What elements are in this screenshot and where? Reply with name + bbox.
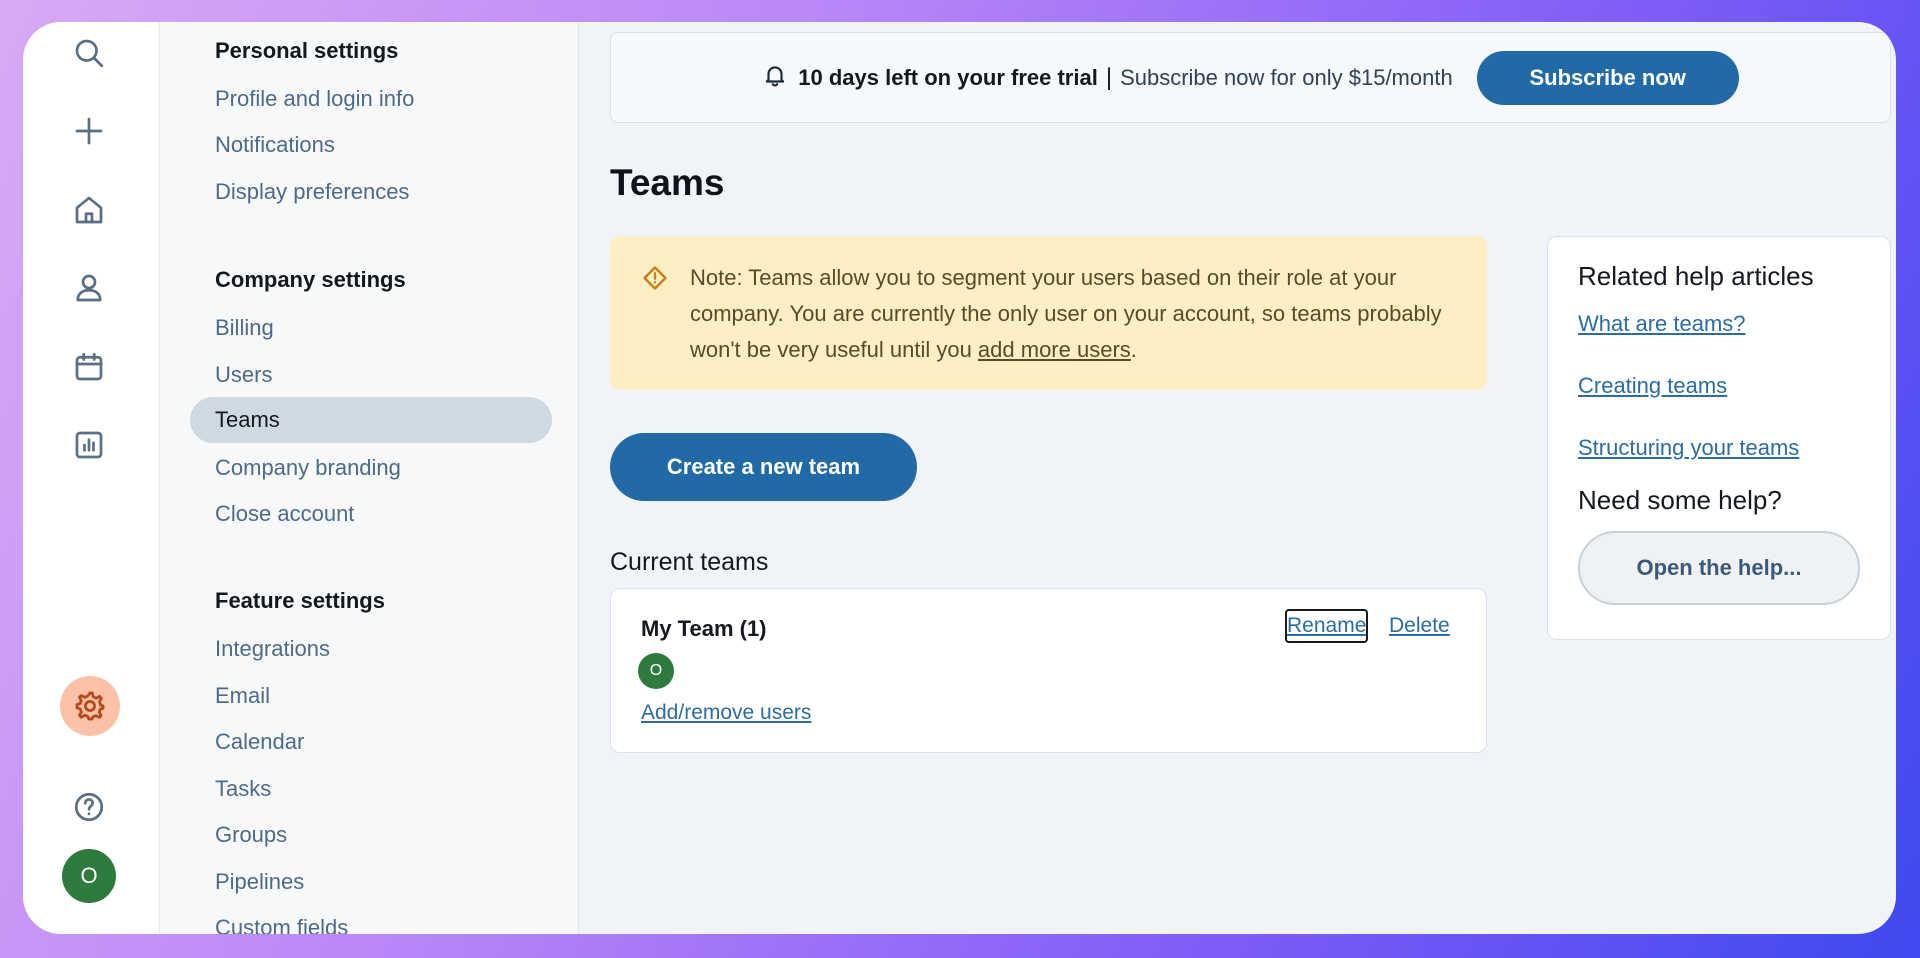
open-help-button[interactable]: Open the help... (1578, 531, 1860, 605)
create-team-button[interactable]: Create a new team (610, 433, 917, 501)
teams-note: Note: Teams allow you to segment your us… (610, 236, 1487, 390)
nav-item-display-preferences[interactable]: Display preferences (215, 179, 409, 205)
nav-item-profile[interactable]: Profile and login info (215, 86, 414, 112)
team-name: My Team (1) (641, 616, 767, 641)
settings-nav: Personal settings Profile and login info… (160, 22, 579, 934)
icon-rail: O (23, 22, 160, 934)
nav-item-custom-fields[interactable]: Custom fields (215, 915, 348, 934)
company-settings-heading: Company settings (215, 267, 406, 292)
team-member-avatar: O (638, 653, 674, 689)
warning-diamond-icon (641, 264, 669, 297)
nav-item-users[interactable]: Users (215, 362, 272, 388)
gear-icon (75, 691, 105, 721)
help-icon[interactable] (66, 784, 112, 830)
trial-offer: Subscribe now for only $15/month (1120, 64, 1453, 90)
personal-settings-heading: Personal settings (215, 38, 399, 63)
nav-item-integrations[interactable]: Integrations (215, 636, 330, 662)
nav-item-notifications[interactable]: Notifications (215, 132, 335, 158)
nav-item-teams[interactable]: Teams (190, 397, 552, 443)
nav-item-email[interactable]: Email (215, 683, 270, 709)
chart-icon[interactable] (66, 422, 112, 468)
feature-settings-heading: Feature settings (215, 588, 385, 613)
nav-item-company-branding[interactable]: Company branding (215, 455, 401, 481)
nav-item-groups[interactable]: Groups (215, 822, 287, 848)
help-link-structuring-teams[interactable]: Structuring your teams (1578, 435, 1799, 461)
home-icon[interactable] (66, 187, 112, 233)
page-title: Teams (610, 162, 725, 203)
nav-item-tasks[interactable]: Tasks (215, 776, 271, 802)
subscribe-now-button[interactable]: Subscribe now (1476, 50, 1739, 105)
help-panel: Related help articles What are teams? Cr… (1547, 236, 1891, 640)
settings-button[interactable] (60, 676, 120, 736)
add-more-users-link[interactable]: add more users (978, 337, 1131, 362)
nav-item-calendar[interactable]: Calendar (215, 729, 304, 755)
trial-banner: 10 days left on your free trial | Subscrib… (610, 32, 1891, 123)
need-help-title: Need some help? (1578, 485, 1782, 515)
help-link-what-are-teams[interactable]: What are teams? (1578, 311, 1746, 337)
nav-item-close-account[interactable]: Close account (215, 501, 354, 527)
app-window: O Personal settings Profile and login in… (23, 22, 1896, 934)
bell-icon (762, 62, 788, 93)
trial-message: 10 days left on your free trial | Subscrib… (798, 64, 1452, 92)
trial-separator: | (1105, 63, 1113, 91)
note-end: . (1130, 337, 1137, 362)
calendar-icon[interactable] (66, 344, 112, 390)
nav-item-billing[interactable]: Billing (215, 315, 274, 341)
person-icon[interactable] (66, 265, 112, 311)
add-remove-users-link[interactable]: Add/remove users (641, 701, 811, 725)
nav-item-pipelines[interactable]: Pipelines (215, 869, 304, 895)
help-link-creating-teams[interactable]: Creating teams (1578, 373, 1727, 399)
note-text: Note: Teams allow you to segment your us… (690, 260, 1457, 368)
related-help-title: Related help articles (1578, 261, 1814, 291)
current-teams-heading: Current teams (610, 548, 769, 576)
avatar[interactable]: O (62, 849, 116, 903)
rename-team-link[interactable]: Rename (1285, 609, 1369, 643)
delete-team-link[interactable]: Delete (1389, 614, 1450, 638)
trial-days-left: 10 days left on your free trial (798, 64, 1098, 90)
plus-icon[interactable] (66, 108, 112, 154)
team-card: My Team (1) O Rename Delete Add/remove u… (610, 588, 1487, 753)
search-icon[interactable] (66, 30, 112, 76)
